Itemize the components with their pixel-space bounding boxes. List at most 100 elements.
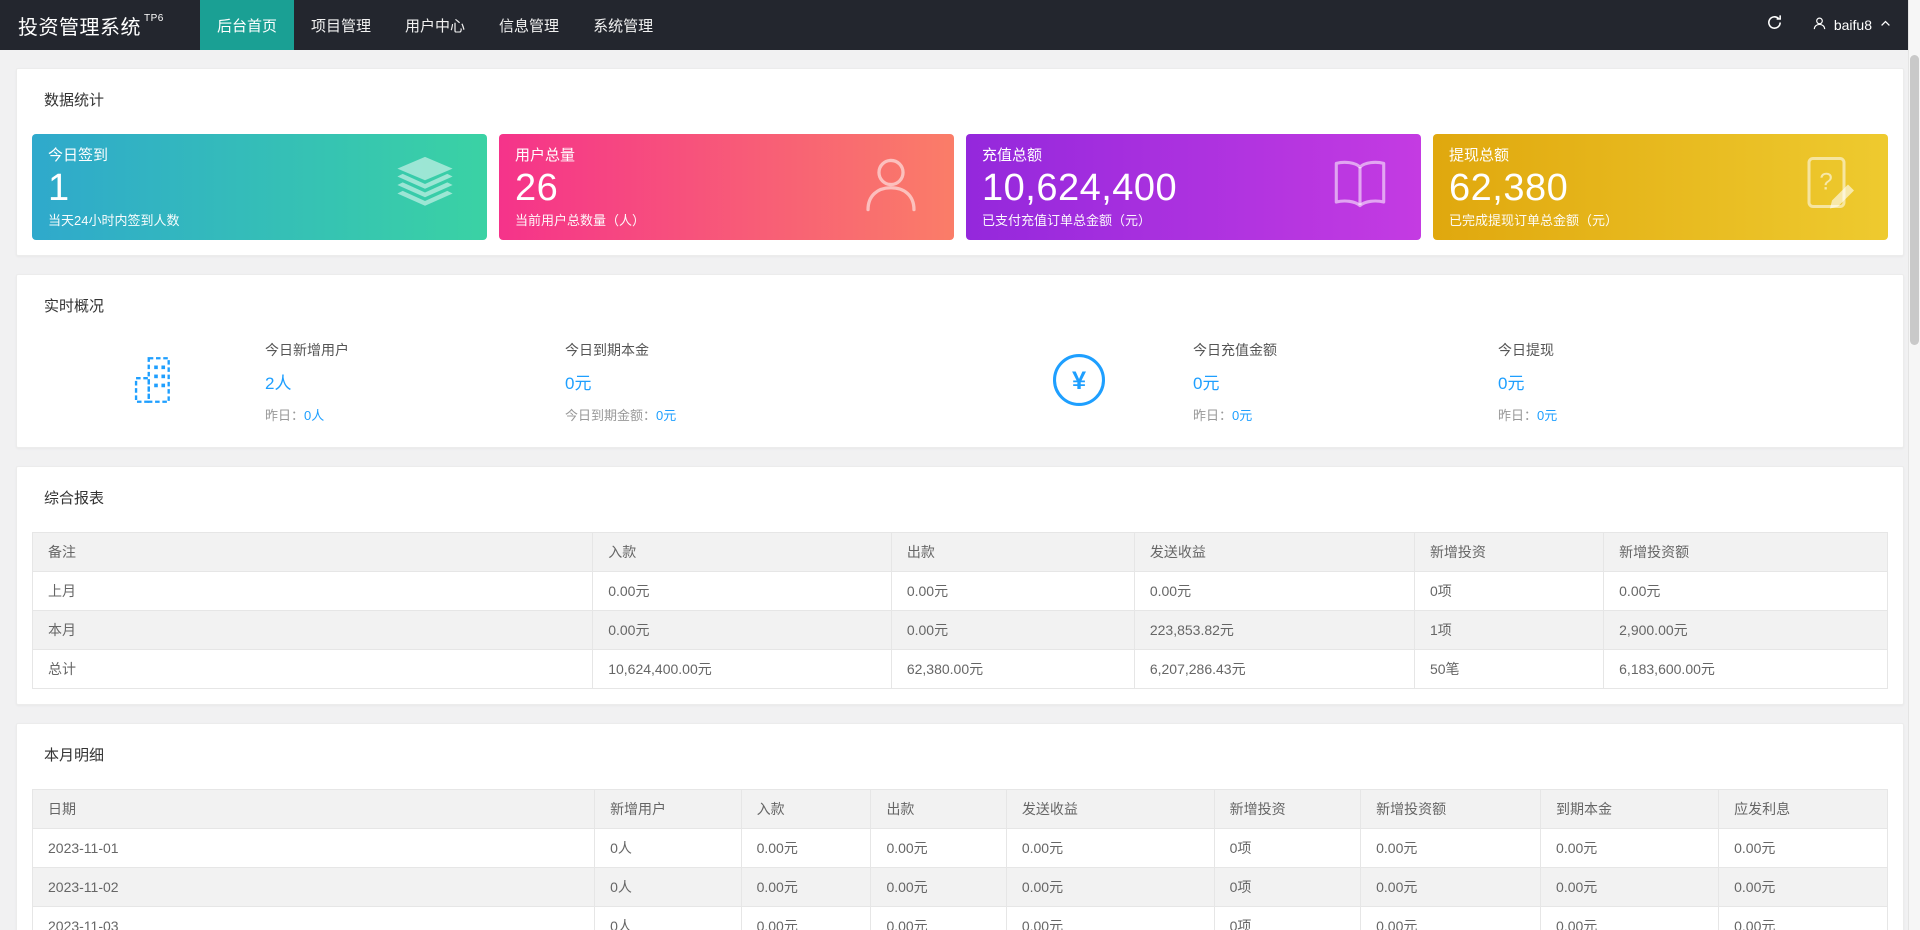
table-row: 2023-11-03 0人 0.00元 0.00元 0.00元 0项 0.00元 0.00元 0… [31, 906, 1888, 930]
nav-item-1[interactable]: 后台首页 [200, 0, 295, 50]
table-row: 本月 0.00元 0.00元 223,853.82元 1项 2,900.00元 [31, 610, 1888, 650]
stat-cards: 今日签到 1 当天24小时内签到人数 用户总量 26 当前用户总数量（人） 充值… [32, 134, 1888, 240]
table-cell: 0项 [1213, 906, 1362, 930]
doc-edit-icon: ? [1796, 153, 1860, 222]
table-cell: 0.00元 [890, 610, 1135, 650]
detail-panel-title: 本月明细 [44, 747, 105, 764]
yen-circle-icon: ¥ [1050, 351, 1108, 414]
overview-item-withdraw: 今日提现 0元 昨日：0元 [1498, 340, 1758, 424]
scrollbar-thumb[interactable] [1910, 55, 1919, 345]
table-row: 总计 10,624,400.00元 62,380.00元 6,207,286.43元 5… [31, 649, 1888, 689]
column-header: 发送收益 [1005, 789, 1215, 829]
overview-sub-label: 今日到期金额： [565, 408, 657, 423]
table-cell: 0.00元 [1540, 867, 1720, 907]
table-row: 2023-11-02 0人 0.00元 0.00元 0.00元 0项 0.00元 0.00元 0… [31, 867, 1888, 907]
table-cell: 0.00元 [1360, 828, 1542, 868]
overview-sub: 昨日：0元 [1193, 405, 1498, 424]
refresh-icon [1766, 14, 1783, 36]
table-cell: 0.00元 [1005, 867, 1215, 907]
overview-label: 今日新增用户 [265, 342, 349, 358]
overview-item-recharge: 今日充值金额 0元 昨日：0元 [1193, 340, 1498, 424]
table-cell: 0.00元 [1603, 571, 1888, 611]
table-cell: 6,183,600.00元 [1603, 649, 1888, 689]
column-header: 入款 [740, 789, 872, 829]
table-cell: 0.00元 [870, 867, 1007, 907]
table-cell: 0.00元 [1133, 571, 1415, 611]
table-cell: 10,624,400.00元 [592, 649, 892, 689]
top-navbar: 投资管理系统 TP6 后台首页 项目管理 用户中心 信息管理 系统管理 baifu8 [0, 0, 1920, 50]
layers-icon [391, 151, 459, 224]
overview-value: 2人 [265, 374, 292, 393]
stat-card-withdraw: 提现总额 62,380 已完成提现订单总金额（元） ? [1433, 134, 1888, 240]
svg-text:?: ? [1819, 169, 1832, 196]
stat-card-users: 用户总量 26 当前用户总数量（人） [499, 134, 954, 240]
column-header: 新增用户 [594, 789, 742, 829]
overview-label: 今日充值金额 [1193, 342, 1277, 358]
table-cell: 50笔 [1413, 649, 1605, 689]
table-cell: 0人 [594, 906, 742, 930]
table-cell: 0.00元 [890, 571, 1135, 611]
table-cell: 0项 [1213, 867, 1362, 907]
table-cell: 2023-11-03 [31, 906, 596, 930]
table-cell: 0.00元 [1360, 867, 1542, 907]
column-header: 发送收益 [1133, 532, 1415, 572]
table-header-row: 备注 入款 出款 发送收益 新增投资 新增投资额 [31, 532, 1888, 572]
column-header: 新增投资额 [1360, 789, 1542, 829]
refresh-button[interactable] [1752, 0, 1798, 50]
page-scrollbar[interactable] [1908, 0, 1920, 930]
report-panel-title: 综合报表 [44, 490, 105, 507]
column-header: 备注 [31, 532, 594, 572]
stat-card-signin: 今日签到 1 当天24小时内签到人数 [32, 134, 487, 240]
table-cell: 0.00元 [870, 828, 1007, 868]
overview-sub-label: 昨日： [1498, 408, 1538, 423]
table-cell: 0.00元 [1718, 867, 1888, 907]
table-cell: 0.00元 [740, 906, 872, 930]
table-row: 上月 0.00元 0.00元 0.00元 0项 0.00元 [31, 571, 1888, 611]
overview-sub-value: 0元 [1232, 408, 1253, 423]
nav-item-3[interactable]: 用户中心 [388, 0, 482, 50]
nav-item-2[interactable]: 项目管理 [294, 0, 388, 50]
overview-sub: 今日到期金额：0元 [565, 405, 1050, 424]
stats-panel-title: 数据统计 [44, 92, 105, 109]
overview-sub: 昨日：0元 [1498, 405, 1758, 424]
table-cell: 2,900.00元 [1603, 610, 1888, 650]
overview-sub-value: 0元 [1537, 408, 1558, 423]
table-cell: 1项 [1413, 610, 1605, 650]
overview-item-new-users: 今日新增用户 2人 昨日：0人 [265, 340, 565, 424]
overview-sub-label: 昨日： [1193, 408, 1233, 423]
stat-card-recharge: 充值总额 10,624,400 已支付充值订单总金额（元） [966, 134, 1421, 240]
user-menu[interactable]: baifu8 [1798, 0, 1906, 50]
person-icon [856, 150, 926, 225]
table-cell: 0.00元 [1718, 906, 1888, 930]
table-cell: 0项 [1413, 571, 1605, 611]
detail-panel: 本月明细 日期 新增用户 入款 出款 发送收益 新增投资 新增投资额 到期本金 应发利息 202… [16, 723, 1904, 930]
column-header: 应发利息 [1718, 789, 1888, 829]
detail-table: 日期 新增用户 入款 出款 发送收益 新增投资 新增投资额 到期本金 应发利息 2023-11-… [31, 789, 1888, 930]
overview-panel-title: 实时概况 [44, 298, 105, 315]
column-header: 出款 [890, 532, 1135, 572]
table-cell: 0.00元 [1540, 828, 1720, 868]
table-cell: 0.00元 [740, 867, 872, 907]
user-icon [1812, 16, 1827, 34]
table-cell: 0.00元 [592, 571, 892, 611]
brand: 投资管理系统 TP6 [0, 0, 200, 50]
nav-item-5[interactable]: 系统管理 [576, 0, 670, 50]
column-header: 日期 [31, 789, 596, 829]
table-cell: 0.00元 [1005, 906, 1215, 930]
column-header: 新增投资 [1413, 532, 1605, 572]
overview-value: 0元 [1193, 374, 1220, 393]
table-cell: 0.00元 [1718, 828, 1888, 868]
svg-text:¥: ¥ [1072, 367, 1086, 395]
overview-sub-value: 0人 [304, 408, 325, 423]
overview-value: 0元 [565, 374, 592, 393]
overview-sub-label: 昨日： [265, 408, 305, 423]
overview-value: 0元 [1498, 374, 1525, 393]
column-header: 新增投资额 [1603, 532, 1888, 572]
main-content: 数据统计 今日签到 1 当天24小时内签到人数 用户总量 26 当前用户总数量（… [0, 50, 1920, 930]
brand-title: 投资管理系统 [18, 16, 141, 39]
username: baifu8 [1833, 17, 1872, 33]
nav-item-4[interactable]: 信息管理 [482, 0, 576, 50]
brand-version: TP6 [144, 12, 164, 24]
table-cell: 0.00元 [1540, 906, 1720, 930]
table-cell: 6,207,286.43元 [1133, 649, 1415, 689]
